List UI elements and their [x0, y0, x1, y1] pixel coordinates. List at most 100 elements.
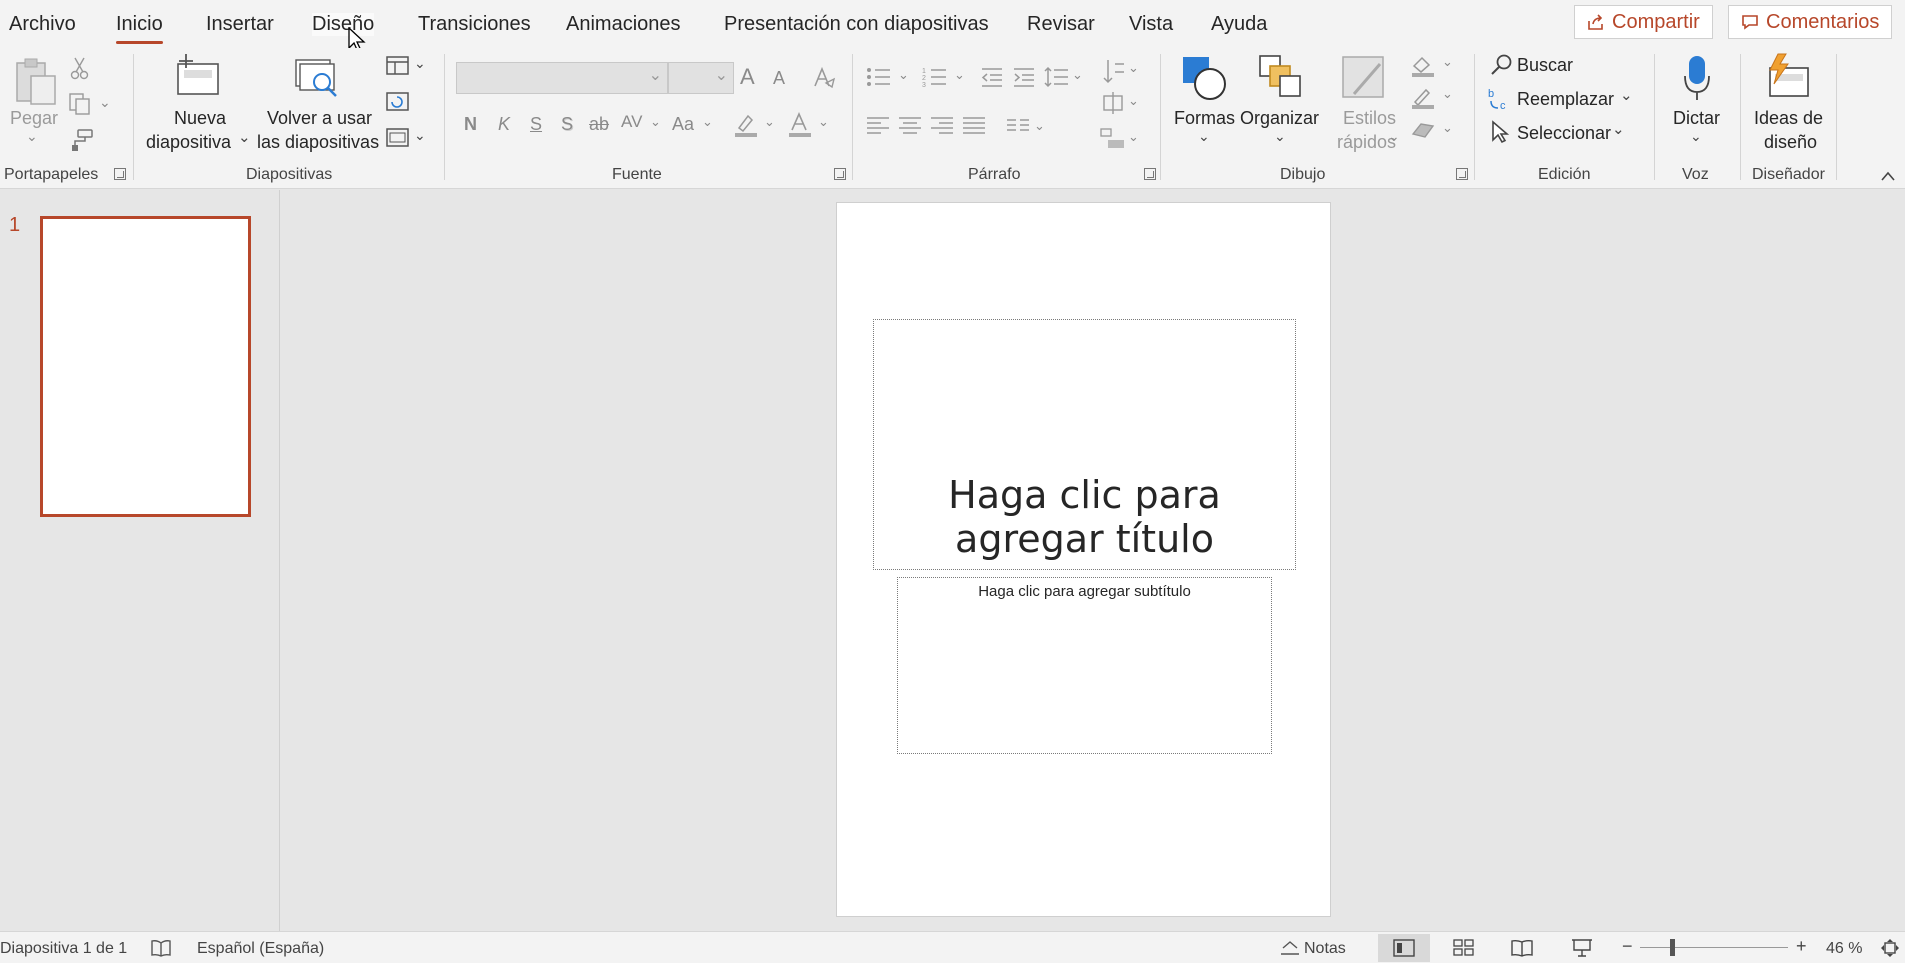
slide-canvas[interactable]: Haga clic para agregar título Haga clic …	[836, 202, 1331, 917]
zoom-out-button[interactable]: −	[1622, 936, 1633, 957]
case-dropdown-icon[interactable]: ⌄	[702, 114, 713, 130]
paste-dropdown-icon[interactable]: ⌄	[26, 128, 38, 145]
font-size-combobox[interactable]	[668, 62, 734, 94]
layout-dropdown-icon[interactable]: ⌄	[414, 55, 426, 72]
align-right-icon[interactable]	[930, 116, 954, 134]
spacing-dropdown-icon[interactable]: ⌄	[650, 114, 661, 130]
character-spacing-button[interactable]: AV	[621, 112, 642, 132]
quick-styles-label-1[interactable]: Estilos	[1343, 106, 1396, 130]
tab-presentacion[interactable]: Presentación con diapositivas	[724, 13, 989, 36]
numbering-dropdown-icon[interactable]: ⌄	[954, 67, 965, 83]
tab-archivo[interactable]: Archivo	[9, 13, 76, 36]
format-painter-icon[interactable]	[68, 128, 94, 152]
zoom-in-button[interactable]: +	[1796, 936, 1807, 957]
smartart-icon[interactable]	[1100, 128, 1126, 150]
tab-transiciones[interactable]: Transiciones	[418, 13, 531, 36]
shape-fill-dropdown-icon[interactable]: ⌄	[1442, 54, 1453, 70]
reset-slide-icon[interactable]	[386, 92, 410, 112]
tab-revisar[interactable]: Revisar	[1027, 13, 1095, 36]
section-icon[interactable]	[386, 128, 410, 148]
shapes-button[interactable]: Formas	[1174, 106, 1235, 130]
numbering-icon[interactable]: 123	[922, 66, 948, 88]
reuse-slides-label-2[interactable]: las diapositivas	[257, 130, 379, 154]
highlight-icon[interactable]	[733, 112, 759, 138]
paragraph-launcher-icon[interactable]	[1144, 168, 1156, 180]
language-status[interactable]: Español (España)	[197, 940, 324, 958]
line-spacing-icon[interactable]	[1044, 66, 1068, 88]
justify-icon[interactable]	[962, 116, 986, 134]
align-center-icon[interactable]	[898, 116, 922, 134]
text-direction-icon[interactable]	[1102, 58, 1126, 86]
columns-dropdown-icon[interactable]: ⌄	[1034, 118, 1045, 134]
highlight-dropdown-icon[interactable]: ⌄	[764, 114, 775, 130]
shadow-button[interactable]: S	[561, 114, 573, 135]
tab-inicio[interactable]: Inicio	[116, 13, 163, 44]
find-button[interactable]: Buscar	[1517, 53, 1573, 77]
notes-button[interactable]: Notas	[1304, 940, 1346, 958]
fit-to-window-icon[interactable]	[1880, 938, 1900, 958]
quick-styles-dropdown-icon[interactable]: ⌄	[1388, 128, 1400, 145]
align-text-dropdown-icon[interactable]: ⌄	[1128, 93, 1139, 109]
slideshow-button[interactable]	[1556, 934, 1608, 962]
slide-sorter-button[interactable]	[1438, 934, 1490, 962]
arrange-dropdown-icon[interactable]: ⌄	[1274, 128, 1286, 145]
increase-indent-icon[interactable]	[1012, 66, 1036, 88]
clipboard-launcher-icon[interactable]	[114, 168, 126, 180]
smartart-dropdown-icon[interactable]: ⌄	[1128, 129, 1139, 145]
design-ideas-label-1[interactable]: Ideas de	[1754, 106, 1823, 130]
reading-view-button[interactable]	[1496, 934, 1548, 962]
slide-count[interactable]: Diapositiva 1 de 1	[0, 940, 127, 958]
zoom-slider-track[interactable]	[1640, 947, 1788, 948]
new-slide-label-2[interactable]: diapositiva	[146, 130, 231, 154]
zoom-slider-thumb[interactable]	[1670, 939, 1675, 956]
align-text-icon[interactable]	[1100, 92, 1126, 114]
grow-font-button[interactable]: A	[740, 64, 755, 90]
tab-ayuda[interactable]: Ayuda	[1211, 13, 1267, 36]
cut-icon[interactable]	[70, 56, 90, 80]
tab-animaciones[interactable]: Animaciones	[566, 13, 681, 36]
shape-outline-dropdown-icon[interactable]: ⌄	[1442, 86, 1453, 102]
bullets-dropdown-icon[interactable]: ⌄	[898, 67, 909, 83]
dictate-button[interactable]: Dictar	[1673, 106, 1720, 130]
dictate-dropdown-icon[interactable]: ⌄	[1690, 128, 1702, 145]
font-color-icon[interactable]	[787, 112, 813, 138]
shape-effects-icon[interactable]	[1410, 120, 1436, 142]
align-left-icon[interactable]	[866, 116, 890, 134]
section-dropdown-icon[interactable]: ⌄	[414, 127, 426, 144]
italic-button[interactable]: K	[498, 114, 510, 135]
shapes-dropdown-icon[interactable]: ⌄	[1198, 128, 1210, 145]
layout-icon[interactable]	[386, 56, 410, 76]
select-dropdown-icon[interactable]: ⌄	[1612, 120, 1625, 138]
share-button[interactable]: Compartir	[1574, 5, 1713, 39]
change-case-button[interactable]: Aa	[672, 114, 694, 135]
strikethrough-button[interactable]: ab	[589, 114, 609, 135]
new-slide-label-1[interactable]: Nueva	[174, 106, 226, 130]
tab-insertar[interactable]: Insertar	[206, 13, 274, 36]
clear-format-icon[interactable]	[812, 66, 836, 90]
bullets-icon[interactable]	[866, 66, 892, 88]
collapse-ribbon-icon[interactable]	[1880, 170, 1896, 182]
slide-thumbnail[interactable]	[40, 216, 251, 517]
font-color-dropdown-icon[interactable]: ⌄	[818, 114, 829, 130]
shrink-font-button[interactable]: A	[773, 68, 785, 89]
shape-outline-icon[interactable]	[1410, 86, 1436, 110]
reuse-slides-label-1[interactable]: Volver a usar	[267, 106, 372, 130]
font-launcher-icon[interactable]	[834, 168, 846, 180]
arrange-button[interactable]: Organizar	[1240, 106, 1319, 130]
replace-dropdown-icon[interactable]: ⌄	[1620, 86, 1633, 104]
paste-button[interactable]: Pegar	[10, 106, 58, 130]
underline-button[interactable]: S	[530, 114, 542, 135]
columns-icon[interactable]	[1006, 118, 1030, 132]
line-spacing-dropdown-icon[interactable]: ⌄	[1072, 67, 1083, 83]
tab-vista[interactable]: Vista	[1129, 13, 1173, 36]
comments-button[interactable]: Comentarios	[1728, 5, 1893, 39]
accessibility-book-icon[interactable]	[150, 939, 172, 957]
font-name-combobox[interactable]	[456, 62, 668, 94]
replace-button[interactable]: Reemplazar	[1517, 87, 1614, 111]
subtitle-placeholder[interactable]: Haga clic para agregar subtítulo	[897, 577, 1272, 754]
decrease-indent-icon[interactable]	[980, 66, 1004, 88]
design-ideas-label-2[interactable]: diseño	[1764, 130, 1817, 154]
text-direction-dropdown-icon[interactable]: ⌄	[1128, 60, 1139, 76]
shape-fill-icon[interactable]	[1410, 54, 1436, 78]
copy-icon[interactable]	[68, 92, 92, 116]
